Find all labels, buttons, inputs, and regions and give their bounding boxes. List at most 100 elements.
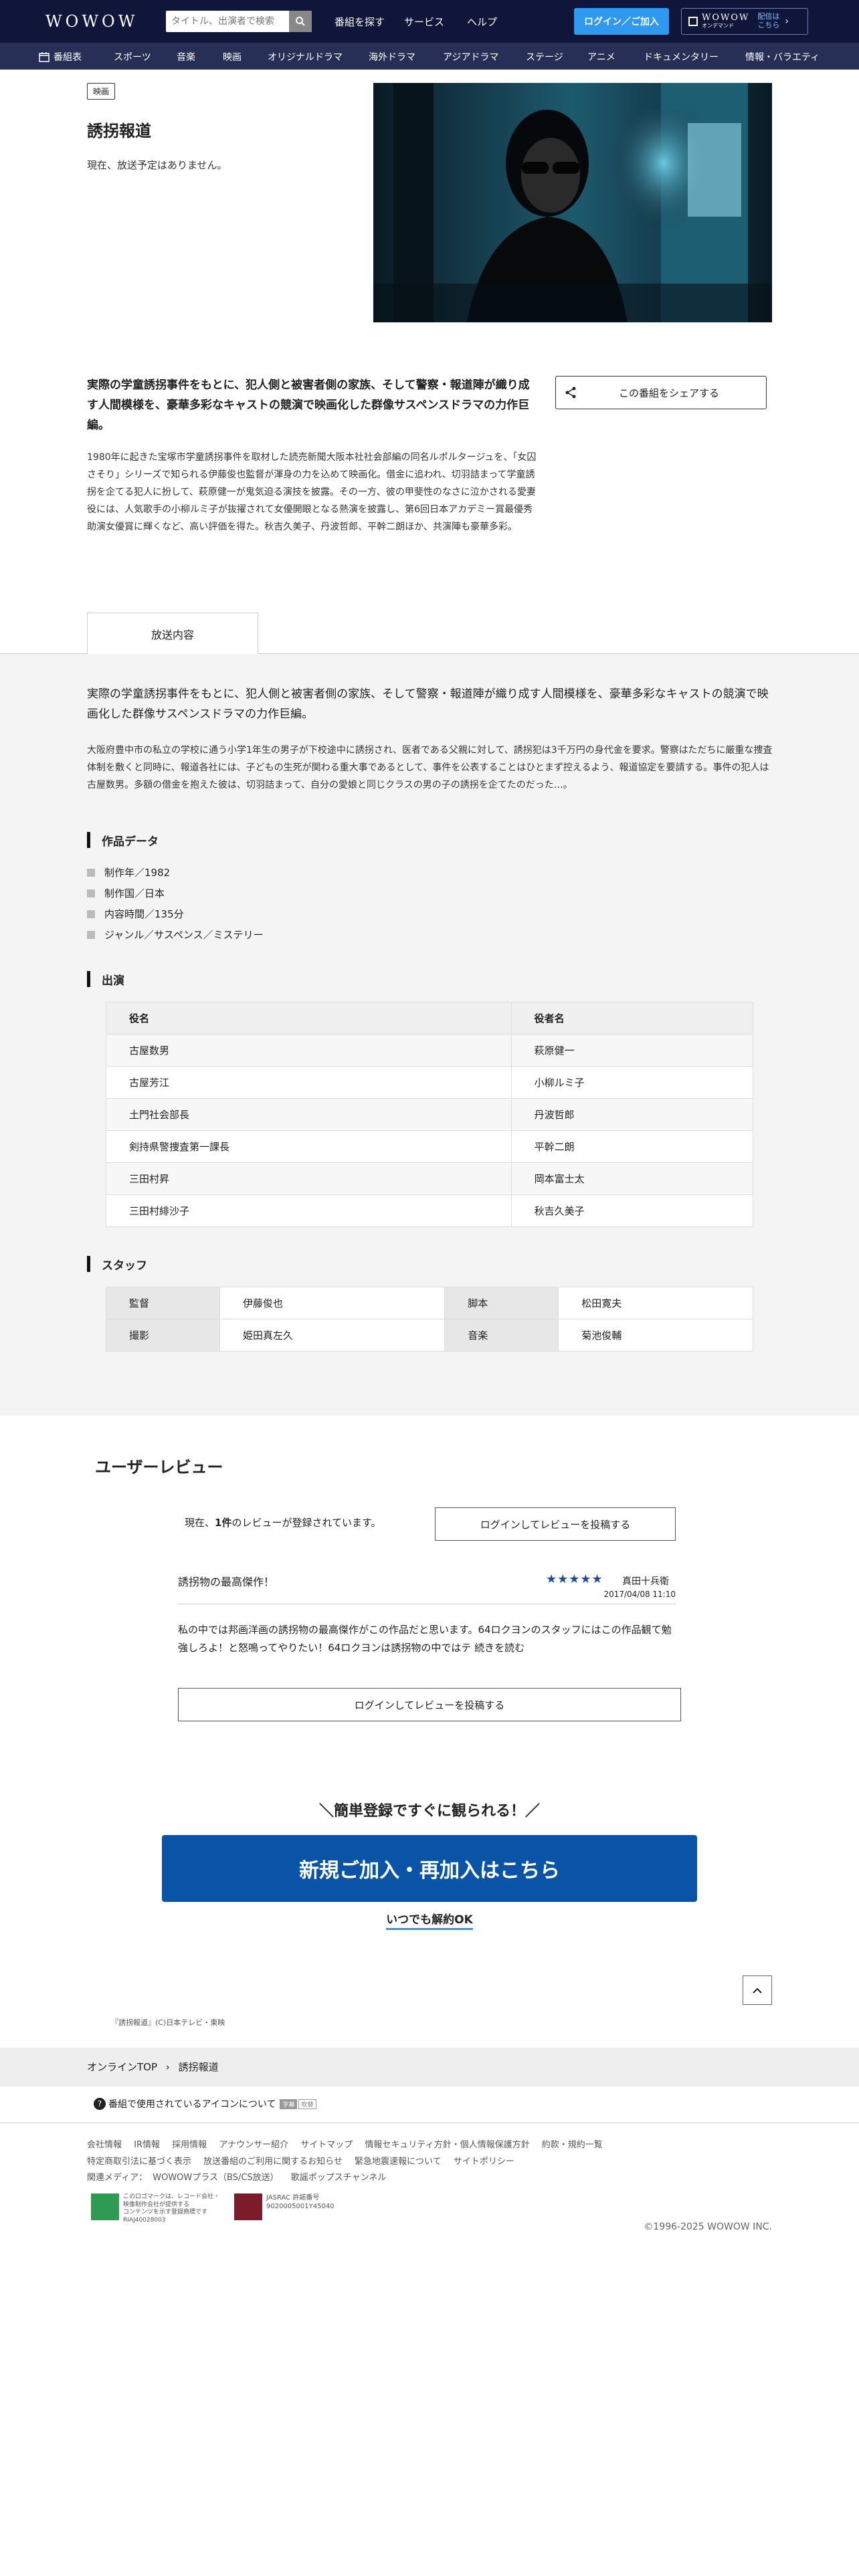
staff-section-title: スタッフ <box>87 1256 147 1273</box>
broadcast-story: 大阪府豊中市の私立の学校に通う小学1年生の男子が下校途中に誘拐され、医者である父… <box>87 745 773 790</box>
cta-subtext: いつでも解約OK <box>0 1910 859 1930</box>
nav-find-programs[interactable]: 番組を探す <box>335 15 385 29</box>
top-header: WOWOW 番組を探す サービス ヘルプ ログイン／ご加入 WOWOW オンデマ… <box>0 0 859 43</box>
table-row: 撮影 姫田真左久 音楽 菊池俊輔 <box>106 1319 753 1352</box>
cast-role: 剣持県警捜査第一課長 <box>106 1130 512 1163</box>
icon-note-label: 番組で使用されているアイコンについて <box>108 2099 276 2110</box>
footer-link[interactable]: サイトポリシー <box>454 2157 514 2167</box>
media-link[interactable]: WOWOWプラス（BS/CS放送） <box>153 2173 278 2183</box>
genre-stage[interactable]: ステージ <box>526 50 563 64</box>
broadcast-lead: 実際の学童誘拐事件をもとに、犯人側と被害者側の家族、そして警察・報道陣が織り成す… <box>87 687 769 721</box>
tab-broadcast-content[interactable]: 放送内容 <box>87 613 258 654</box>
page-top-button[interactable] <box>743 1975 772 2005</box>
ondemand-label: 配信は こちら <box>757 12 780 29</box>
review-count: 現在、1件のレビューが登録されています。 <box>185 1515 381 1529</box>
calendar-icon <box>39 52 50 62</box>
staff-name: 伊藤俊也 <box>219 1287 446 1319</box>
wowow-logo[interactable]: WOWOW <box>45 12 138 31</box>
cast-table: 役名 役者名 古屋数男 萩原健一 古屋芳江 小柳ルミ子 土門社会部長 丹波哲郎 剣持県… <box>106 1002 754 1227</box>
cast-actor: 平幹二朗 <box>510 1130 754 1163</box>
ondemand-logo-icon <box>688 17 698 26</box>
genre-original-drama[interactable]: オリジナルドラマ <box>268 50 343 64</box>
riaj-text: このロゴマークは、レコード会社・映像制作会社が提供する コンテンツを示す登録商標… <box>123 2193 220 2224</box>
table-row: 古屋数男 萩原健一 <box>106 1034 754 1067</box>
cast-header-role: 役名 <box>106 1002 512 1035</box>
footer-link[interactable]: 採用情報 <box>172 2140 207 2150</box>
footer-link[interactable]: サイトマップ <box>300 2140 353 2150</box>
genre-badge: 映画 <box>87 83 116 100</box>
ondemand-sub: オンデマンド <box>702 22 734 29</box>
post-review-button-bottom[interactable]: ログインしてレビューを投稿する <box>178 1688 681 1721</box>
share-icon <box>565 387 576 399</box>
nav-help[interactable]: ヘルプ <box>467 15 497 29</box>
cast-actor: 萩原健一 <box>510 1034 754 1067</box>
media-link[interactable]: 歌謡ポップスチャンネル <box>291 2173 387 2183</box>
staff-name: 菊池俊輔 <box>558 1319 753 1352</box>
nav-service[interactable]: サービス <box>404 15 444 29</box>
cta-subtext-label: いつでも解約OK <box>386 1913 473 1930</box>
footer-links: 会社情報 IR情報 採用情報 アナウンサー紹介 サイトマップ 情報セキュリティ方… <box>87 2137 783 2187</box>
ondemand-button[interactable]: WOWOW オンデマンド 配信は こちら › <box>681 8 808 35</box>
footer-link[interactable]: IR情報 <box>134 2140 160 2150</box>
genre-music[interactable]: 音楽 <box>177 50 195 64</box>
footer-link[interactable]: アナウンサー紹介 <box>219 2140 288 2150</box>
table-row: 三田村昇 岡本富士太 <box>106 1162 754 1195</box>
staff-role: 撮影 <box>106 1319 220 1352</box>
post-review-button-top[interactable]: ログインしてレビューを投稿する <box>435 1507 676 1541</box>
genre-sports[interactable]: スポーツ <box>114 50 151 64</box>
staff-table: 監督 伊藤俊也 脚本 松田寛夫 撮影 姫田真左久 音楽 菊池俊輔 <box>106 1287 753 1352</box>
schedule-status: 現在、放送予定はありません。 <box>87 159 227 171</box>
review-body[interactable]: 私の中では邦画洋画の誘拐物の最高傑作がこの作品だと思います。64ロクヨンのスタッ… <box>178 1621 676 1657</box>
genre-overseas-drama[interactable]: 海外ドラマ <box>369 50 415 64</box>
image-copyright: 『誘拐報道』(C)日本テレビ・東映 <box>111 2018 225 2027</box>
footer-link[interactable]: 特定商取引法に基づく表示 <box>87 2157 191 2167</box>
genre-documentary[interactable]: ドキュメンタリー <box>644 50 719 64</box>
genre-variety[interactable]: 情報・バラエティ <box>745 50 820 64</box>
cast-actor: 小柳ルミ子 <box>510 1066 754 1099</box>
review-date: 2017/04/08 11:10 <box>603 1590 676 1599</box>
search-input[interactable] <box>166 11 285 32</box>
review-count-suffix: のレビューが登録されています。 <box>231 1517 381 1529</box>
icon-note-link[interactable]: ? 番組で使用されているアイコンについて 字幕 吹替 <box>94 2097 316 2111</box>
table-row: 古屋芳江 小柳ルミ子 <box>106 1066 754 1099</box>
site-copyright: ©1996-2025 WOWOW INC. <box>644 2222 772 2232</box>
genre-nav: 番組表 スポーツ 音楽 映画 オリジナルドラマ 海外ドラマ アジアドラマ ステー… <box>0 43 859 70</box>
breadcrumb-current: 誘拐報道 <box>178 2061 219 2073</box>
footer-link[interactable]: 放送番組のご利用に関するお知らせ <box>203 2157 343 2167</box>
footer-link[interactable]: 情報セキュリティ方針・個人情報保護方針 <box>365 2140 529 2150</box>
footer-link[interactable]: 会社情報 <box>87 2140 122 2150</box>
riaj-logo-icon <box>91 2193 119 2220</box>
ondemand-brand: WOWOW <box>702 13 750 23</box>
table-row: 監督 伊藤俊也 脚本 松田寛夫 <box>106 1287 753 1319</box>
cast-role: 古屋数男 <box>106 1034 512 1067</box>
key-visual-image <box>373 83 772 322</box>
cast-role: 古屋芳江 <box>106 1066 512 1099</box>
share-label: この番組をシェアする <box>619 387 720 399</box>
riaj-mark: このロゴマークは、レコード会社・映像制作会社が提供する コンテンツを示す登録商標… <box>91 2193 223 2225</box>
login-button[interactable]: ログイン／ご加入 <box>574 8 669 35</box>
genre-anime[interactable]: アニメ <box>587 50 615 64</box>
cast-role: 三田村緋沙子 <box>106 1194 512 1227</box>
breadcrumb: オンラインTOP › 誘拐報道 <box>87 2060 219 2074</box>
footer-link[interactable]: 緊急地震速報について <box>355 2157 442 2167</box>
dub-badge: 吹替 <box>298 2099 316 2109</box>
spec-genre: ジャンル／サスペンス／ミステリー <box>87 928 264 942</box>
genre-schedule[interactable]: 番組表 <box>39 50 82 64</box>
breadcrumb-home[interactable]: オンラインTOP <box>87 2061 157 2073</box>
table-row: 土門社会部長 丹波哲郎 <box>106 1098 754 1131</box>
table-row: 剣持県警捜査第一課長 平幹二朗 <box>106 1130 754 1163</box>
genre-asia-drama[interactable]: アジアドラマ <box>443 50 498 64</box>
cast-role: 三田村昇 <box>106 1162 512 1195</box>
search-button[interactable] <box>289 11 312 32</box>
review-headline: 誘拐物の最高傑作！ <box>178 1576 275 1588</box>
genre-movie[interactable]: 映画 <box>223 50 242 64</box>
search-icon <box>296 17 305 26</box>
staff-role: 監督 <box>106 1287 220 1319</box>
cta-catchphrase: ＼簡単登録ですぐに観られる！／ <box>318 1803 540 1820</box>
signup-button[interactable]: 新規ご加入・再加入はこちら <box>162 1835 697 1902</box>
footer-link[interactable]: 約款・規約一覧 <box>542 2140 603 2150</box>
jasrac-text: JASRAC 許諾番号 9020005001Y45040 <box>266 2194 335 2210</box>
cast-header-row: 役名 役者名 <box>106 1002 754 1035</box>
chevron-right-icon: › <box>785 16 789 27</box>
share-button[interactable]: この番組をシェアする <box>555 376 767 409</box>
